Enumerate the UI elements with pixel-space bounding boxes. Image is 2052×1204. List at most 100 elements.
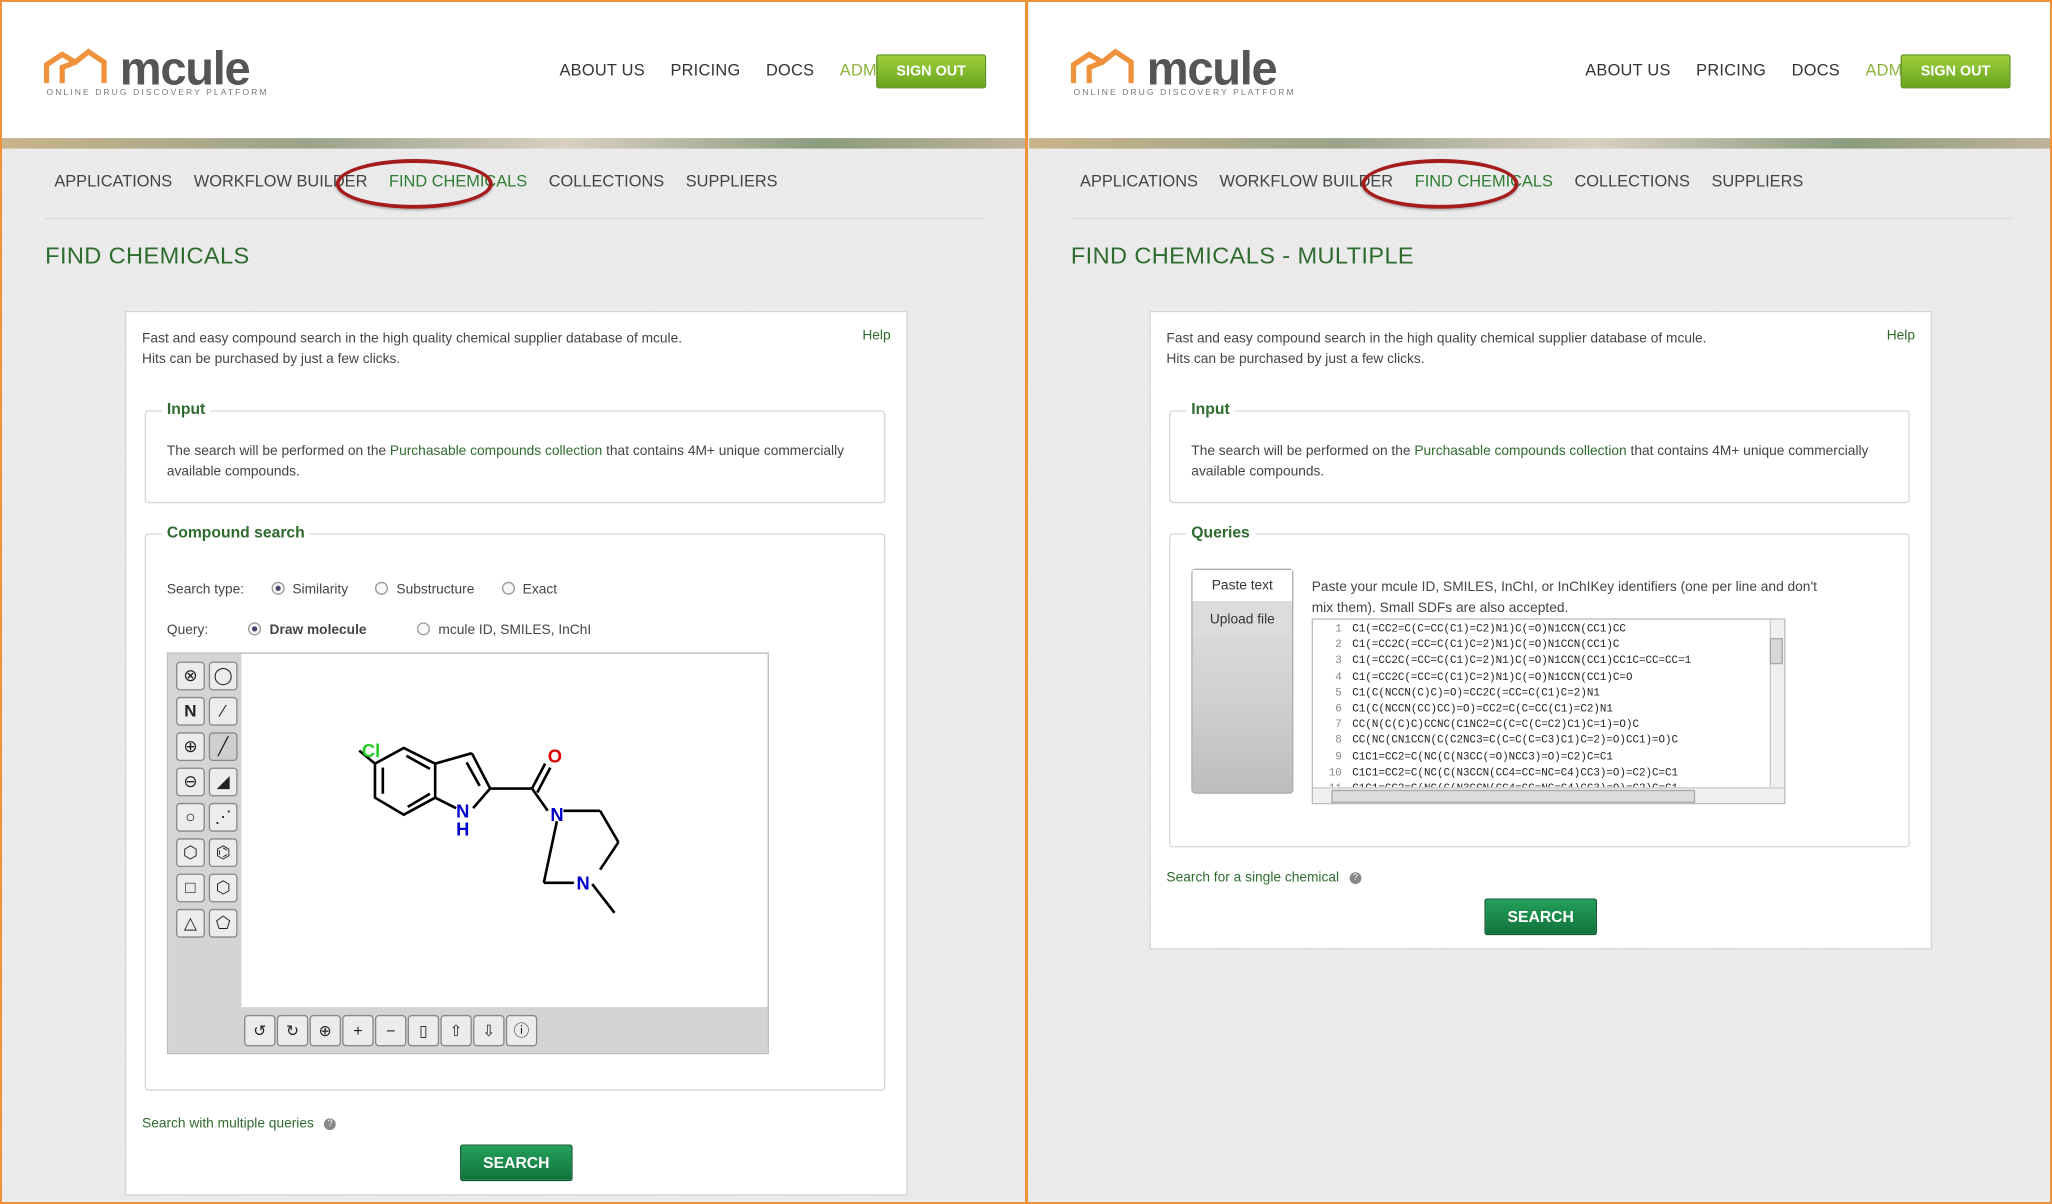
nav-collections[interactable]: COLLECTIONS — [1574, 172, 1689, 190]
center-icon[interactable]: ⊕ — [309, 1014, 341, 1047]
search-button[interactable]: SEARCH — [460, 1144, 573, 1182]
smiles-line: C1C1=CC2=C(NC(C(N3CCN(CC4=CC=NC=C4)CC3)=… — [1352, 767, 1679, 780]
query-identifier[interactable]: mcule ID, SMILES, InChI — [417, 622, 591, 638]
radio-exact[interactable] — [501, 581, 515, 595]
logo-tagline: ONLINE DRUG DISCOVERY PLATFORM — [46, 88, 269, 98]
erase-icon[interactable]: ⊗ — [176, 661, 205, 691]
panel-find-chemicals: mcule ONLINE DRUG DISCOVERY PLATFORM ABO… — [0, 0, 1027, 1204]
help-link[interactable]: Help — [862, 328, 890, 344]
atom-n-amide: N — [550, 804, 563, 825]
input-fieldset: Input The search will be performed on th… — [144, 399, 886, 504]
input-legend: Input — [161, 399, 211, 419]
sign-out-button[interactable]: SIGN OUT — [876, 54, 987, 89]
mcule-logo[interactable]: mcule ONLINE DRUG DISCOVERY PLATFORM — [43, 41, 267, 102]
intro-line-2: Hits can be purchased by just a few clic… — [1166, 351, 1425, 368]
new-document-icon[interactable]: ▯ — [407, 1014, 440, 1047]
multiple-queries-link[interactable]: Search with multiple queries? — [142, 1116, 337, 1131]
nav-pricing[interactable]: PRICING — [1696, 61, 1766, 79]
hexagon-icon[interactable]: ⬡ — [208, 873, 238, 903]
sign-out-button[interactable]: SIGN OUT — [1900, 54, 2011, 89]
nav-about[interactable]: ABOUT US — [1585, 61, 1670, 79]
logo-tagline: ONLINE DRUG DISCOVERY PLATFORM — [1073, 88, 1296, 98]
radio-substructure[interactable] — [375, 581, 389, 595]
line-number: 8 — [1335, 735, 1342, 748]
smiles-line: C1(=CC2C(=CC=C(C1)C=2)N1)C(=O)N1CCN(CC1)… — [1352, 671, 1633, 684]
nav-applications[interactable]: APPLICATIONS — [1080, 172, 1198, 190]
help-link[interactable]: Help — [1887, 328, 1915, 344]
heptagon-icon[interactable]: ⬡ — [176, 838, 205, 868]
minus-charge-icon[interactable]: ⊖ — [176, 767, 205, 797]
atom-n-methyl: N — [577, 872, 590, 893]
nav-pricing[interactable]: PRICING — [670, 61, 740, 79]
zoom-in-icon[interactable]: + — [342, 1014, 374, 1047]
single-chemical-link[interactable]: Search for a single chemical? — [1166, 870, 1362, 885]
nav-about[interactable]: ABOUT US — [560, 61, 645, 79]
search-type-exact[interactable]: Exact — [501, 581, 557, 597]
vertical-scrollbar[interactable] — [1769, 619, 1785, 788]
page-title: FIND CHEMICALS — [45, 242, 250, 269]
atom-n-icon[interactable]: N — [176, 696, 205, 726]
compound-legend: Compound search — [161, 522, 311, 542]
search-type-similarity[interactable]: Similarity — [271, 581, 348, 597]
lasso-icon[interactable]: ◯ — [208, 661, 238, 691]
horizontal-scrollbar[interactable] — [1313, 787, 1785, 803]
line-number: 5 — [1335, 687, 1342, 700]
ring-icon[interactable]: ○ — [176, 802, 205, 832]
plus-charge-icon[interactable]: ⊕ — [176, 732, 205, 762]
search-button[interactable]: SEARCH — [1484, 898, 1597, 936]
info-icon[interactable]: ⓘ — [505, 1014, 538, 1047]
triangle-ring-icon[interactable]: △ — [176, 908, 205, 938]
charge-tool-icon[interactable]: ⁄ — [208, 696, 238, 726]
line-number: 7 — [1335, 719, 1342, 732]
single-bond-icon[interactable]: ╱ — [208, 732, 238, 762]
undo-icon[interactable]: ↺ — [244, 1014, 276, 1047]
question-icon[interactable]: ? — [1349, 872, 1362, 885]
nav-docs[interactable]: DOCS — [1792, 61, 1840, 79]
import-icon[interactable]: ⇧ — [440, 1014, 472, 1047]
nav-collections[interactable]: COLLECTIONS — [549, 172, 664, 190]
tab-upload-file[interactable]: Upload file — [1192, 604, 1293, 636]
identifier-label: mcule ID, SMILES, InChI — [438, 622, 592, 639]
query-label: Query: — [166, 622, 209, 639]
nav-divider — [1070, 217, 2014, 220]
mcule-logo[interactable]: mcule ONLINE DRUG DISCOVERY PLATFORM — [1070, 41, 1294, 102]
input-legend: Input — [1186, 399, 1235, 419]
wedge-bond-icon[interactable]: ◢ — [208, 767, 238, 797]
nav-suppliers[interactable]: SUPPLIERS — [1711, 172, 1803, 190]
collection-link[interactable]: Purchasable compounds collection — [1414, 443, 1626, 459]
collection-link[interactable]: Purchasable compounds collection — [390, 443, 602, 459]
queries-legend: Queries — [1186, 522, 1256, 542]
horizontal-scroll-thumb[interactable] — [1331, 789, 1696, 803]
search-type-substructure[interactable]: Substructure — [375, 581, 474, 597]
nav-applications[interactable]: APPLICATIONS — [54, 172, 172, 190]
site-header: mcule ONLINE DRUG DISCOVERY PLATFORM ABO… — [2, 2, 1025, 139]
radio-similarity[interactable] — [271, 581, 285, 595]
smiles-line: C1(C(NCCN(C)C)=O)=CC2C(=CC=C(C1)C=2)N1 — [1352, 687, 1600, 700]
line-number: 1 — [1335, 623, 1342, 636]
house-logo-icon — [43, 48, 107, 84]
molecule-canvas[interactable]: Cl O N H N N — [241, 654, 767, 1007]
zoom-out-icon[interactable]: − — [374, 1014, 407, 1047]
benzene-icon[interactable]: ⌬ — [208, 838, 238, 868]
comparison-frame: mcule ONLINE DRUG DISCOVERY PLATFORM ABO… — [0, 0, 2052, 1204]
line-number: 9 — [1335, 751, 1342, 764]
square-ring-icon[interactable]: □ — [176, 873, 205, 903]
line-number: 10 — [1328, 767, 1342, 780]
nav-docs[interactable]: DOCS — [766, 61, 814, 79]
hash-bond-icon[interactable]: ⋰ — [208, 802, 238, 832]
radio-identifier[interactable] — [417, 622, 431, 636]
radio-draw[interactable] — [248, 622, 262, 636]
queries-textarea[interactable]: 1234567891011 C1(=CC2=C(C=CC(C1)=C2)N1)C… — [1311, 618, 1786, 805]
tab-paste-text[interactable]: Paste text — [1192, 569, 1293, 603]
query-row: Query: Draw molecule mcule ID, SMILES, I… — [167, 622, 591, 638]
molecule-editor[interactable]: ⊗ ◯ N ⁄ ⊕ ╱ ⊖ ◢ ○ ⋰ ⬡ ⌬ □ ⬡ △ ⬠ Cl O N H… — [166, 652, 769, 1055]
pentagon-icon[interactable]: ⬠ — [208, 908, 238, 938]
question-icon[interactable]: ? — [324, 1118, 337, 1131]
export-icon[interactable]: ⇩ — [473, 1014, 505, 1047]
query-draw[interactable]: Draw molecule — [248, 622, 367, 638]
top-nav: ABOUT US PRICING DOCS ADMIN — [560, 61, 915, 79]
redo-icon[interactable]: ↻ — [276, 1014, 309, 1047]
vertical-scroll-thumb[interactable] — [1769, 638, 1783, 665]
search-card: Fast and easy compound search in the hig… — [125, 310, 908, 1196]
nav-suppliers[interactable]: SUPPLIERS — [686, 172, 778, 190]
